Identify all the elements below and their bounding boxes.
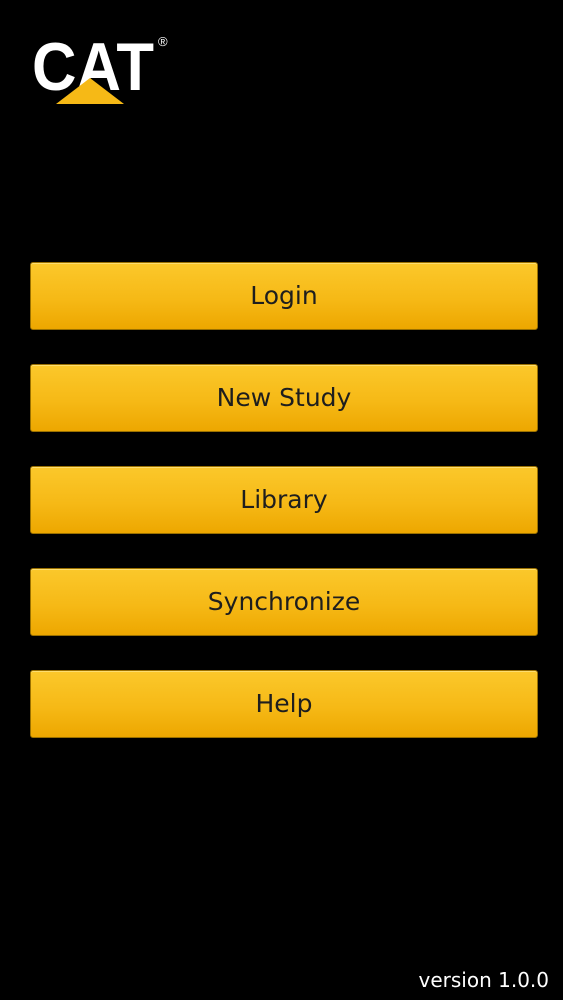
cat-logo: CAT ® <box>32 32 172 106</box>
library-button[interactable]: Library <box>30 466 538 534</box>
cat-logo-graphic: CAT ® <box>32 32 168 105</box>
main-menu: Login New Study Library Synchronize Help <box>30 262 538 772</box>
registered-mark: ® <box>158 34 168 49</box>
login-button[interactable]: Login <box>30 262 538 330</box>
synchronize-button[interactable]: Synchronize <box>30 568 538 636</box>
version-label: version 1.0.0 <box>418 968 550 992</box>
new-study-button[interactable]: New Study <box>30 364 538 432</box>
help-button[interactable]: Help <box>30 670 538 738</box>
